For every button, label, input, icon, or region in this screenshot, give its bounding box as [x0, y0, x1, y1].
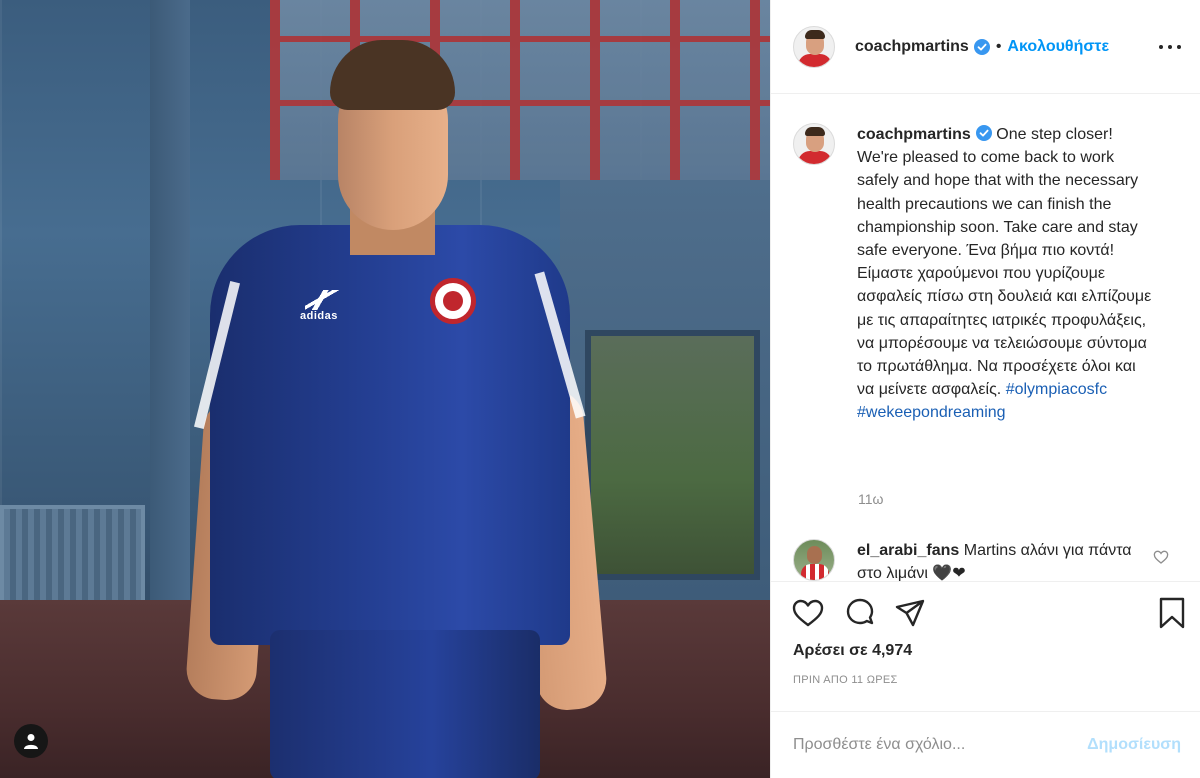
post-actions: Αρέσει σε 4,974 ΠΡΙΝ ΑΠΟ 11 ΩΡΕΣ [771, 581, 1200, 711]
adidas-logo-icon [305, 290, 339, 310]
author-avatar[interactable] [793, 25, 835, 68]
follow-button[interactable]: Ακολουθήστε [1007, 38, 1109, 56]
posted-time: ΠΡΙΝ ΑΠΟ 11 ΩΡΕΣ [793, 674, 898, 686]
commenter-username[interactable]: el_arabi_fans [857, 542, 959, 559]
comments-scroll-area[interactable]: coachpmartins One step closer! We're ple… [771, 95, 1200, 581]
caption-username[interactable]: coachpmartins [857, 126, 971, 143]
likes-count[interactable]: Αρέσει σε 4,974 [793, 642, 912, 660]
add-comment-bar: Δημοσίευση [771, 711, 1200, 778]
more-dot [1177, 45, 1181, 49]
caption-english: One step closer! We're pleased to come b… [857, 126, 1139, 260]
verified-badge-icon [973, 38, 990, 55]
post-comment-button[interactable]: Δημοσίευση [1087, 736, 1181, 754]
heart-icon[interactable] [791, 596, 825, 630]
header-username[interactable]: coachpmartins [855, 38, 969, 56]
post-caption: coachpmartins One step closer! We're ple… [793, 123, 1183, 425]
avatar-face [807, 546, 822, 564]
post-photo[interactable]: adidas [0, 0, 770, 778]
hashtag-olympiacosfc[interactable]: #olympiacosfc [1006, 381, 1107, 398]
comment-icon[interactable] [843, 596, 877, 630]
caption-text: coachpmartins One step closer! We're ple… [857, 123, 1157, 425]
caption-greek: Ένα βήμα πιο κοντά! Είμαστε χαρούμενοι π… [857, 242, 1152, 399]
person-hair [330, 40, 455, 110]
small-heart-icon[interactable] [1153, 549, 1169, 565]
hashtag-wekeepondreaming[interactable]: #wekeepondreaming [857, 404, 1006, 421]
comment-item: el_arabi_fans Martins αλάνι για πάντα στ… [793, 539, 1183, 581]
avatar-body [798, 53, 832, 67]
post-side-panel: coachpmartins • Ακολουθήστε coachpmartin… [770, 0, 1200, 778]
share-icon[interactable] [893, 596, 927, 630]
avatar-hair [805, 127, 825, 136]
comment-input[interactable] [793, 736, 1088, 754]
avatar-hair [805, 29, 825, 39]
photo-person: adidas [184, 40, 610, 778]
comment-text: el_arabi_fans Martins αλάνι για πάντα στ… [857, 539, 1137, 581]
user-tag-icon [24, 734, 38, 749]
header-separator: • [995, 37, 1002, 55]
photo-window [585, 330, 760, 580]
bookmark-icon[interactable] [1155, 596, 1189, 630]
person-shirt [210, 225, 570, 645]
more-dot [1159, 45, 1163, 49]
club-crest-icon [430, 278, 476, 324]
more-dot [1168, 45, 1172, 49]
avatar-body [801, 564, 829, 580]
verified-badge-icon [975, 125, 992, 141]
avatar-body [798, 151, 832, 164]
shirt-brand-text: adidas [300, 310, 338, 322]
commenter-avatar[interactable] [793, 539, 835, 581]
more-options-icon[interactable] [1159, 36, 1181, 58]
person-shorts [270, 630, 540, 778]
post-header: coachpmartins • Ακολουθήστε [771, 0, 1200, 94]
caption-time-ago: 11ω [858, 491, 884, 507]
user-tag-button[interactable] [14, 724, 48, 758]
caption-author-avatar[interactable] [793, 123, 835, 165]
